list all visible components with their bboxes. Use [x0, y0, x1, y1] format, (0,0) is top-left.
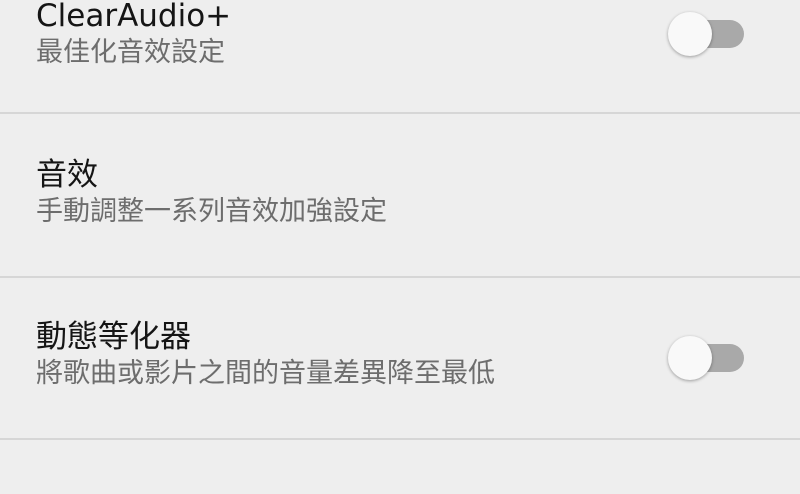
clearaudio-toggle[interactable]: [668, 12, 746, 56]
setting-clearaudio-title: ClearAudio+: [36, 0, 232, 34]
setting-sound-effects-text: 音效 手動調整一系列音效加強設定: [36, 157, 387, 228]
setting-clearaudio-row[interactable]: ClearAudio+ 最佳化音效設定: [0, 0, 800, 112]
setting-dynamic-equalizer-text: 動態等化器 將歌曲或影片之間的音量差異降至最低: [36, 319, 495, 390]
settings-list: ClearAudio+ 最佳化音效設定 音效 手動調整一系列音效加強設定 動態等…: [0, 0, 800, 494]
setting-sound-effects-row[interactable]: 音效 手動調整一系列音效加強設定: [0, 114, 800, 276]
setting-dynamic-equalizer-title: 動態等化器: [36, 319, 191, 355]
setting-sound-effects-title: 音效: [36, 157, 98, 193]
clearaudio-toggle-thumb: [668, 12, 712, 56]
setting-clearaudio-subtitle: 最佳化音效設定: [36, 37, 225, 68]
setting-sound-effects-subtitle: 手動調整一系列音效加強設定: [36, 196, 387, 227]
setting-dynamic-equalizer-subtitle: 將歌曲或影片之間的音量差異降至最低: [36, 358, 495, 389]
dynamic-equalizer-toggle[interactable]: [668, 336, 746, 380]
setting-dynamic-equalizer-row[interactable]: 動態等化器 將歌曲或影片之間的音量差異降至最低: [0, 278, 800, 438]
divider: [0, 438, 800, 440]
setting-clearaudio-text: ClearAudio+ 最佳化音效設定: [36, 0, 231, 69]
dynamic-equalizer-toggle-thumb: [668, 336, 712, 380]
